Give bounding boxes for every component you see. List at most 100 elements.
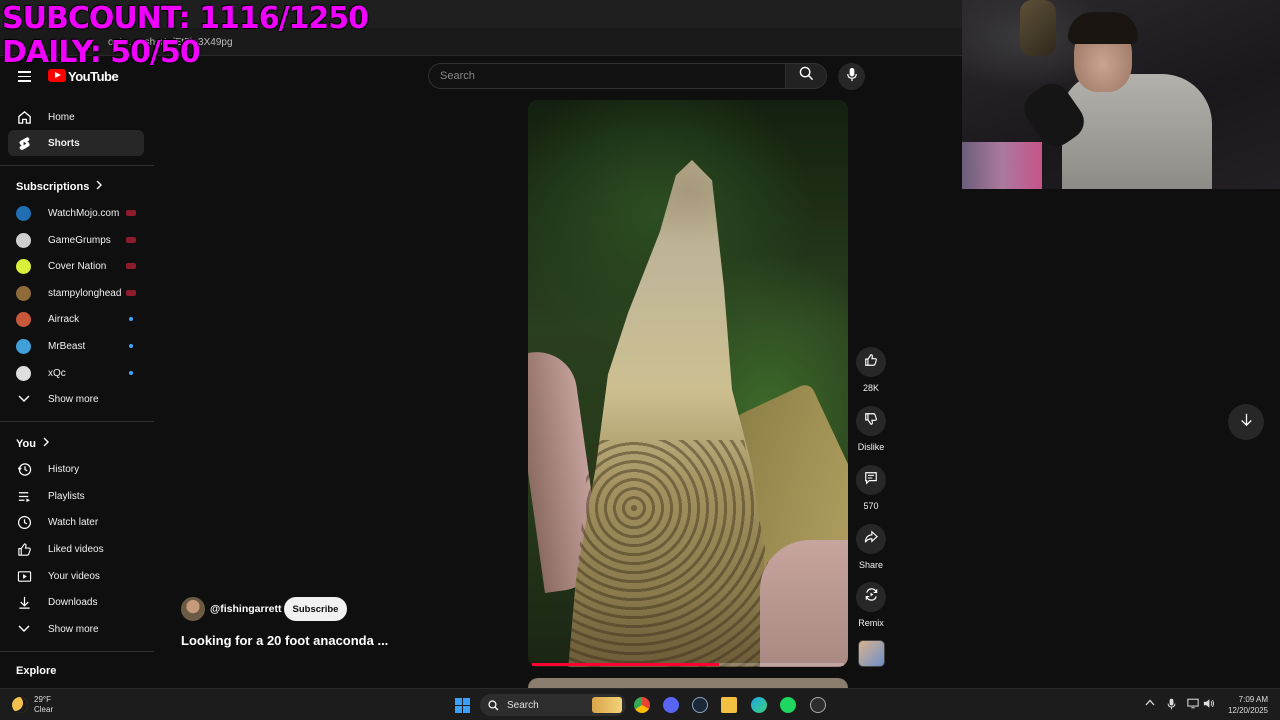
sidebar-item-label: GameGrumps (48, 234, 111, 246)
shorts-icon (16, 135, 32, 151)
next-short-preview[interactable] (528, 678, 848, 688)
dislike-action[interactable]: Dislike (856, 406, 886, 452)
search-input[interactable] (440, 70, 740, 82)
menu-icon[interactable] (18, 71, 31, 82)
weather-widget[interactable]: 29°F Clear (12, 695, 53, 715)
sidebar-item-mrbeast[interactable]: MrBeast (8, 333, 144, 359)
sidebar-item-home[interactable]: Home (8, 104, 144, 130)
sidebar-item-cover-nation[interactable]: Cover Nation (8, 253, 144, 279)
search-icon (488, 699, 499, 711)
spotify-icon[interactable] (780, 697, 796, 713)
discord-icon[interactable] (663, 697, 679, 713)
show-more-label: Show more (48, 393, 99, 405)
sidebar-item-label: MrBeast (48, 340, 86, 352)
sidebar-item-label: WatchMojo.com (48, 207, 120, 219)
webcam-feed (962, 0, 1280, 189)
share-button[interactable] (856, 524, 886, 554)
subscribe-button[interactable]: Subscribe (284, 597, 347, 621)
like-action[interactable]: 28K (856, 347, 886, 393)
webcam-keyboard-image (962, 142, 1042, 189)
sidebar-item-liked-videos[interactable]: Liked videos (8, 536, 144, 562)
dislike-button[interactable] (856, 406, 886, 436)
sidebar-item-label: xQc (48, 367, 66, 379)
search-button[interactable] (785, 63, 827, 89)
remix-label: Remix (858, 618, 884, 628)
volume-icon[interactable] (1203, 698, 1215, 712)
microphone-icon[interactable] (1167, 698, 1176, 713)
next-video-button[interactable] (1228, 404, 1264, 440)
sidebar-item-watch-later[interactable]: Watch later (8, 509, 144, 535)
share-icon (864, 529, 878, 549)
sidebar-item-downloads[interactable]: Downloads (8, 589, 144, 615)
obs-icon[interactable] (810, 697, 826, 713)
divider (0, 651, 154, 652)
avatar (16, 365, 31, 381)
system-clock[interactable]: 7:09 AM 12/20/2025 (1222, 694, 1268, 716)
youtube-logo-icon[interactable] (48, 69, 66, 82)
sound-thumbnail[interactable] (858, 640, 885, 667)
thumbs-up-icon (16, 541, 32, 557)
remix-button[interactable] (856, 582, 886, 612)
sidebar-item-label: Playlists (48, 490, 85, 502)
comment-count: 570 (863, 501, 879, 511)
sidebar-item-playlists[interactable]: Playlists (8, 483, 144, 509)
steam-icon[interactable] (692, 697, 708, 713)
youtube-logo-text[interactable]: YouTube (68, 69, 119, 84)
explore-title: Explore (16, 665, 57, 677)
sidebar: YouTube Home Shorts Subscriptions WatchM… (0, 62, 154, 688)
voice-search-button[interactable] (838, 63, 865, 90)
sidebar-item-label: History (48, 463, 80, 475)
search-icon (799, 66, 814, 86)
stream-overlay: SUBCOUNT: 1116/1250 DAILY: 50/50 (2, 2, 369, 70)
video-title[interactable]: Looking for a 20 foot anaconda ... (181, 633, 388, 648)
sidebar-item-xqc[interactable]: xQc (8, 360, 144, 386)
file-explorer-icon[interactable] (721, 697, 737, 713)
sidebar-item-shorts[interactable]: Shorts (8, 130, 144, 156)
channel-avatar[interactable] (181, 597, 205, 621)
webcam-person-image (1062, 12, 1212, 189)
like-count: 28K (862, 383, 879, 393)
search-highlight-image (592, 697, 622, 713)
temperature-text: 29°F (34, 695, 51, 704)
windows-start-icon[interactable] (455, 698, 470, 713)
windows-taskbar: 29°F Clear Search 7:09 AM 12/20/2025 (0, 688, 1280, 720)
share-action[interactable]: Share (856, 524, 886, 570)
edge-icon[interactable] (751, 697, 767, 713)
sidebar-item-history[interactable]: History (8, 456, 144, 482)
show-more-subscriptions-button[interactable]: Show more (8, 386, 144, 412)
network-icon[interactable] (1187, 698, 1199, 712)
chrome-icon[interactable] (634, 697, 650, 713)
webcam-balloon-image (1020, 0, 1056, 56)
avatar (16, 258, 31, 274)
subscriptions-title: Subscriptions (16, 180, 90, 193)
arrow-down-icon (1240, 413, 1253, 432)
show-more-you-button[interactable]: Show more (8, 616, 144, 642)
taskbar-search[interactable]: Search (480, 694, 626, 716)
sidebar-item-stampylonghead[interactable]: stampylonghead (8, 280, 144, 306)
history-icon (16, 461, 32, 477)
comments-action[interactable]: 570 (856, 465, 886, 511)
you-heading[interactable]: You (16, 437, 50, 450)
chevron-up-icon[interactable] (1145, 698, 1155, 709)
sidebar-item-watchmojo[interactable]: WatchMojo.com (8, 200, 144, 226)
live-indicator-icon (126, 237, 136, 243)
weather-condition-text: Clear (34, 705, 54, 714)
sidebar-item-airrack[interactable]: Airrack (8, 306, 144, 332)
live-indicator-icon (126, 290, 136, 296)
remix-action[interactable]: Remix (856, 582, 886, 628)
sidebar-item-label: Liked videos (48, 543, 104, 555)
subscriptions-heading[interactable]: Subscriptions (16, 180, 103, 193)
sidebar-item-gamegrumps[interactable]: GameGrumps (8, 227, 144, 253)
channel-name[interactable]: @fishingarrett (210, 603, 282, 615)
short-video-player[interactable] (528, 100, 848, 667)
knee-image (760, 540, 848, 667)
search-box[interactable] (428, 63, 786, 89)
sidebar-item-label: stampylonghead (48, 287, 122, 299)
dislike-label: Dislike (857, 442, 885, 452)
new-content-dot-icon (129, 344, 133, 348)
comments-button[interactable] (856, 465, 886, 495)
sidebar-item-your-videos[interactable]: Your videos (8, 563, 144, 589)
your-videos-icon (16, 568, 32, 584)
comment-icon (864, 471, 878, 490)
like-button[interactable] (856, 347, 886, 377)
